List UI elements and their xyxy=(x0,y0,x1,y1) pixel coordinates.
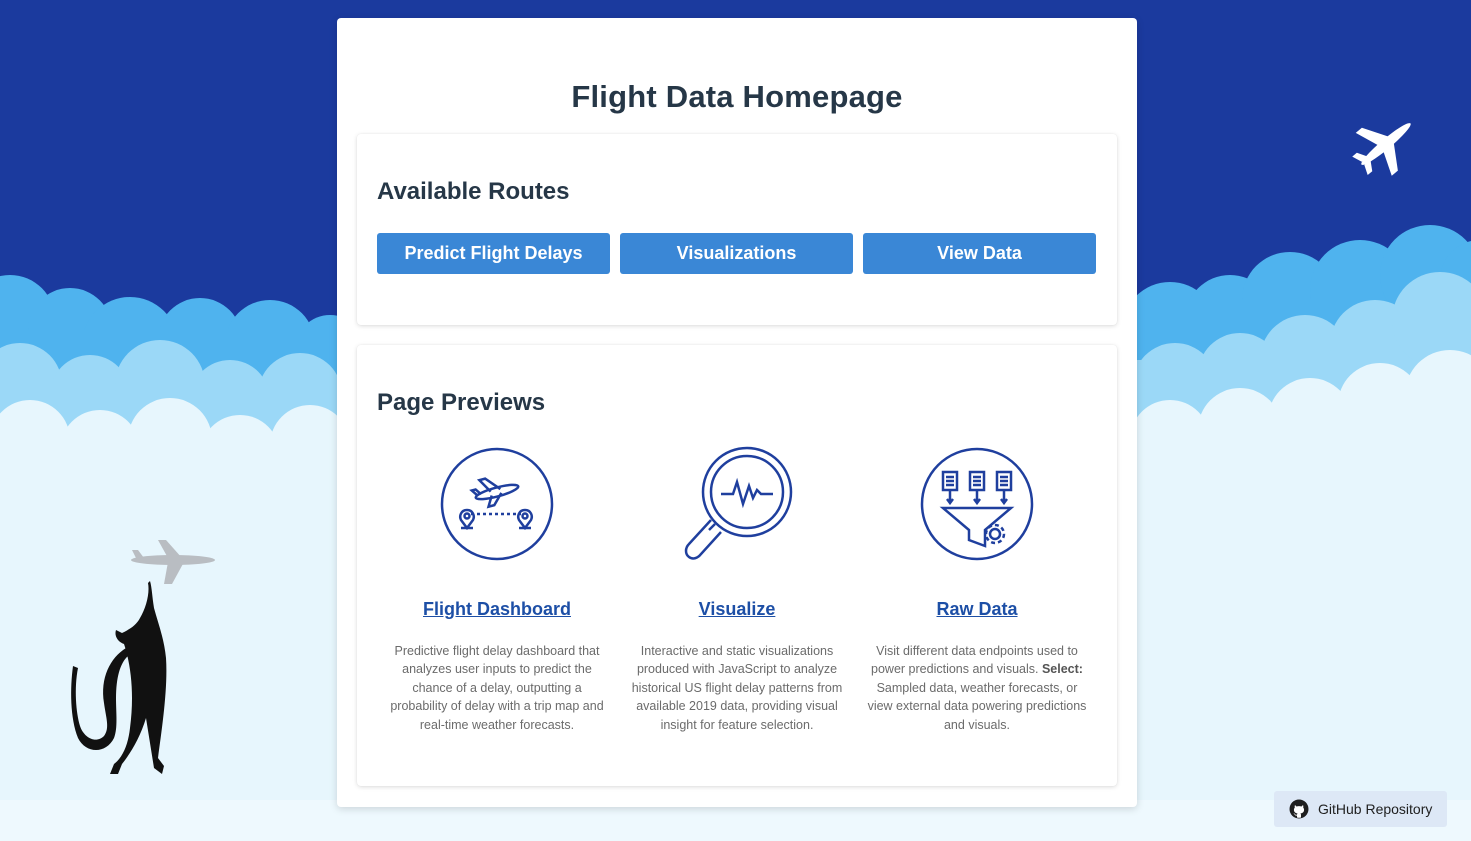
data-funnel-icon xyxy=(920,447,1034,561)
preview-visualize: Visualize Interactive and static visuali… xyxy=(617,446,857,746)
view-data-button[interactable]: View Data xyxy=(863,233,1096,274)
github-repository-button[interactable]: GitHub Repository xyxy=(1274,791,1447,827)
predict-flight-delays-button[interactable]: Predict Flight Delays xyxy=(377,233,610,274)
routes-heading: Available Routes xyxy=(377,178,570,205)
github-icon xyxy=(1289,799,1309,819)
preview-raw-data: Raw Data Visit different data endpoints … xyxy=(857,446,1097,746)
raw-data-description: Visit different data endpoints used to p… xyxy=(867,642,1087,734)
magnifier-pulse-icon xyxy=(684,446,793,560)
hanging-cat-illustration xyxy=(71,581,167,774)
preview-flight-dashboard: Flight Dashboard Predictive flight delay… xyxy=(377,446,617,746)
github-repository-label: GitHub Repository xyxy=(1318,801,1433,817)
previews-heading: Page Previews xyxy=(377,389,546,416)
raw-data-description-select: Select: xyxy=(1041,662,1083,677)
main-card: Flight Data Homepage Available Routes Pr… xyxy=(337,18,1137,807)
visualizations-button[interactable]: Visualizations xyxy=(620,233,853,274)
airplane-route-icon xyxy=(440,447,554,561)
raw-data-description-rest: Sampled data, weather forecasts, or view… xyxy=(867,680,1087,732)
visualize-description: Interactive and static visualizations pr… xyxy=(631,644,843,732)
airplane-icon xyxy=(1352,123,1411,176)
flight-dashboard-link[interactable]: Flight Dashboard xyxy=(377,599,617,620)
raw-data-link[interactable]: Raw Data xyxy=(857,599,1097,620)
page-title: Flight Data Homepage xyxy=(571,79,903,114)
page-previews-panel: Page Previews Flight Dashboard Predictiv… xyxy=(357,345,1117,786)
available-routes-panel: Available Routes Predict Flight Delays V… xyxy=(357,134,1117,325)
visualize-link[interactable]: Visualize xyxy=(617,599,857,620)
flight-dashboard-description: Predictive flight delay dashboard that a… xyxy=(390,644,604,732)
